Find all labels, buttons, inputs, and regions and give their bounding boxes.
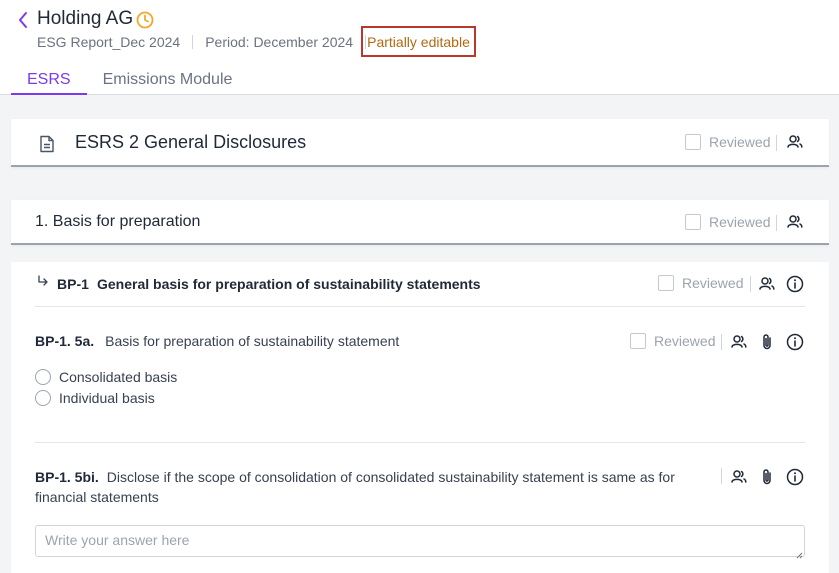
- users-icon[interactable]: [785, 212, 805, 232]
- question-5bi: BP-1. 5bi. Disclose if the scope of conso…: [35, 467, 700, 507]
- option-label: Individual basis: [59, 390, 155, 406]
- subitem-arrow-icon: [37, 275, 49, 290]
- subsection-card: 1. Basis for preparation Reviewed: [11, 200, 829, 245]
- reviewed-label: Reviewed: [682, 275, 744, 291]
- users-icon[interactable]: [785, 132, 805, 152]
- option-label: Consolidated basis: [59, 369, 178, 385]
- meta-divider: [192, 35, 194, 49]
- disclosure-card: BP-1 General basis for preparation of su…: [11, 262, 829, 573]
- reviewed-checkbox[interactable]: Reviewed: [658, 275, 743, 291]
- page-title: Holding AG: [37, 8, 134, 29]
- tab-bar: ESRS Emissions Module: [11, 68, 248, 95]
- users-icon[interactable]: [729, 467, 749, 487]
- paperclip-icon[interactable]: [757, 332, 777, 352]
- users-icon[interactable]: [729, 332, 749, 352]
- disclosure-title: General basis for preparation of sustain…: [97, 276, 481, 292]
- clock-icon[interactable]: [136, 11, 154, 29]
- tab-emissions-module[interactable]: Emissions Module: [87, 68, 249, 95]
- checkbox[interactable]: [685, 214, 701, 230]
- info-icon[interactable]: [785, 332, 805, 352]
- report-name: ESG Report_Dec 2024: [37, 34, 181, 50]
- divider: [776, 135, 777, 151]
- reviewed-label: Reviewed: [709, 134, 771, 150]
- back-chevron-icon[interactable]: [15, 10, 31, 30]
- reviewed-label: Reviewed: [709, 214, 771, 230]
- divider: [721, 468, 722, 484]
- paperclip-icon[interactable]: [757, 467, 777, 487]
- tab-esrs[interactable]: ESRS: [11, 68, 87, 95]
- resize-grip-icon[interactable]: [795, 546, 803, 559]
- subsection-title: 1. Basis for preparation: [35, 213, 201, 230]
- section-card: ESRS 2 General Disclosures Reviewed: [11, 119, 829, 167]
- divider: [721, 334, 722, 350]
- radio-button[interactable]: [35, 369, 51, 385]
- report-period: Period: December 2024: [205, 34, 354, 50]
- checkbox[interactable]: [685, 134, 701, 150]
- divider: [35, 442, 805, 443]
- divider: [776, 215, 777, 231]
- reviewed-label: Reviewed: [654, 333, 716, 349]
- question-text: Basis for preparation of sustainability …: [105, 333, 400, 349]
- radio-button[interactable]: [35, 390, 51, 406]
- question-5a: BP-1. 5a. Basis for preparation of sustai…: [35, 333, 399, 349]
- users-icon[interactable]: [757, 274, 777, 294]
- info-icon[interactable]: [785, 274, 805, 294]
- option-consolidated-basis[interactable]: Consolidated basis: [35, 369, 177, 385]
- disclosure-code: BP-1: [57, 276, 89, 292]
- divider: [35, 306, 805, 307]
- checkbox[interactable]: [658, 275, 674, 291]
- option-individual-basis[interactable]: Individual basis: [35, 390, 155, 406]
- divider: [750, 276, 751, 292]
- question-text: Disclose if the scope of consolidation o…: [35, 469, 675, 505]
- status-badge: Partially editable: [361, 26, 476, 57]
- question-code: BP-1. 5a.: [35, 333, 95, 349]
- reviewed-checkbox[interactable]: Reviewed: [685, 134, 770, 150]
- page-header: Holding AG ESG Report_Dec 2024 Period: D…: [0, 0, 839, 95]
- reviewed-checkbox[interactable]: Reviewed: [630, 333, 715, 349]
- document-icon: [39, 135, 55, 153]
- section-title: ESRS 2 General Disclosures: [75, 132, 307, 152]
- info-icon[interactable]: [785, 467, 805, 487]
- question-code: BP-1. 5bi.: [35, 469, 99, 485]
- answer-textarea[interactable]: [35, 525, 805, 557]
- reviewed-checkbox[interactable]: Reviewed: [685, 214, 770, 230]
- checkbox[interactable]: [630, 333, 646, 349]
- report-meta: ESG Report_Dec 2024 Period: December 202…: [37, 33, 378, 51]
